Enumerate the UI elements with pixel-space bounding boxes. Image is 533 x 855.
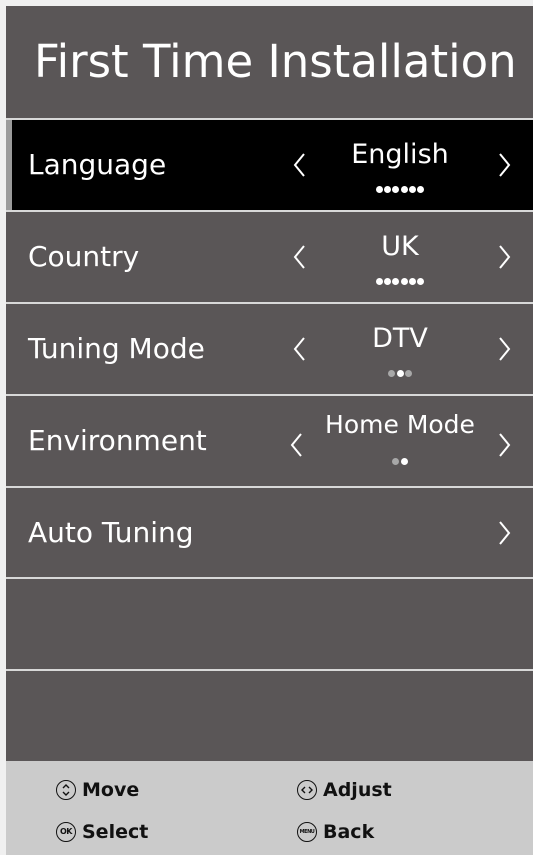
page-dot <box>417 186 425 193</box>
right-arrow-icon[interactable] <box>498 520 512 546</box>
option-page-dots <box>300 186 500 196</box>
hint-label: Select <box>82 821 149 843</box>
right-arrow-icon[interactable] <box>498 244 512 270</box>
row-label: Tuning Mode <box>28 332 205 365</box>
page-dot <box>392 278 400 285</box>
right-arrow-icon[interactable] <box>498 152 512 178</box>
menu-row-auto-tuning[interactable]: Auto Tuning <box>6 488 533 578</box>
row-label: Country <box>28 240 140 273</box>
page-dot <box>400 186 408 193</box>
menu-icon-text: MENU <box>299 828 315 835</box>
key-hints-footer: Move Adjust OK Select MENU Back <box>6 761 533 855</box>
row-label: Auto Tuning <box>28 516 194 549</box>
menu-row-environment[interactable]: Environment Home Mode <box>6 396 533 486</box>
selection-marker <box>6 120 12 210</box>
hint-adjust: Adjust <box>297 777 392 803</box>
hint-back: MENU Back <box>297 819 374 845</box>
page-dot <box>375 278 383 285</box>
hint-move: Move <box>56 777 139 803</box>
page-dot <box>375 186 383 193</box>
page-dot <box>383 186 391 193</box>
option-page-dots <box>300 458 500 468</box>
left-right-icon <box>297 780 317 800</box>
option-value: English <box>351 139 449 170</box>
option-page-dots <box>300 278 500 288</box>
menu-row-language[interactable]: Language English <box>6 120 533 210</box>
page-dot <box>409 186 417 193</box>
option-value: DTV <box>372 323 428 354</box>
page-dot <box>392 458 400 465</box>
page-dot <box>396 370 404 377</box>
ok-icon-text: OK <box>60 827 73 836</box>
right-arrow-icon[interactable] <box>498 336 512 362</box>
empty-row <box>6 671 533 761</box>
hint-label: Back <box>323 821 375 843</box>
up-down-icon <box>56 780 76 800</box>
hint-label: Adjust <box>323 779 392 801</box>
menu-row-country[interactable]: Country UK <box>6 212 533 302</box>
page-dot <box>417 278 425 285</box>
empty-row <box>6 579 533 669</box>
menu-row-tuning-mode[interactable]: Tuning Mode DTV <box>6 304 533 394</box>
ok-icon: OK <box>56 822 76 842</box>
hint-select: OK Select <box>56 819 148 845</box>
page-dot <box>400 278 408 285</box>
option-value: Home Mode <box>325 410 475 439</box>
hint-label: Move <box>82 779 140 801</box>
installation-panel: First Time Installation Language English… <box>6 6 533 855</box>
row-label: Language <box>28 148 167 181</box>
menu-icon: MENU <box>297 822 317 842</box>
page-dot <box>388 370 396 377</box>
page-dot <box>383 278 391 285</box>
option-page-dots <box>300 370 500 380</box>
page-dot <box>404 370 412 377</box>
row-label: Environment <box>28 424 207 457</box>
page-dot <box>392 186 400 193</box>
page-dot <box>400 458 408 465</box>
page-dot <box>409 278 417 285</box>
option-value: UK <box>381 231 419 262</box>
page-title: First Time Installation <box>34 35 517 88</box>
right-arrow-icon[interactable] <box>498 432 512 458</box>
